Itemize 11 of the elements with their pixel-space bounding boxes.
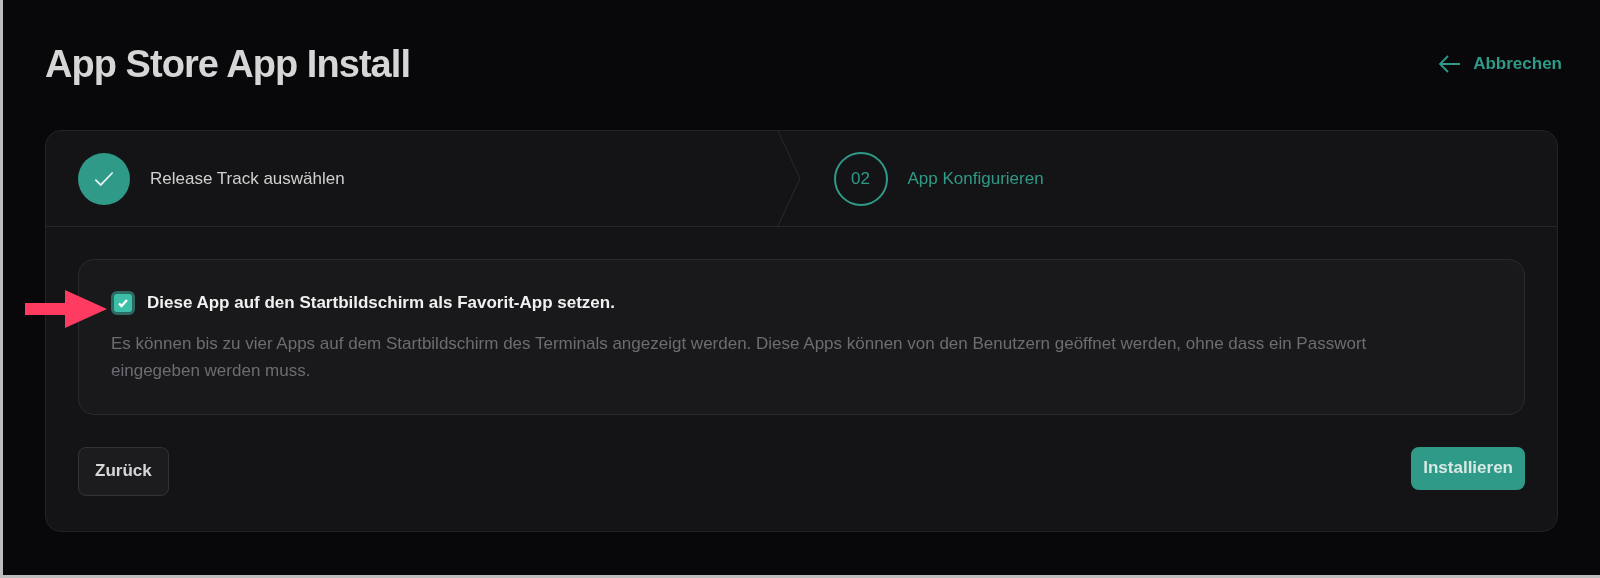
step-label: App Konfigurieren [907, 167, 1044, 190]
pointer-arrow-icon [25, 288, 107, 330]
option-description: Es können bis zu vier Apps auf dem Startbildschirm des Terminals angezeigt werden. Diese Apps können von den Benutzern geöffnet werden, ohne dass ein Passwort eingegeben werden muss. [111, 332, 1368, 382]
favorite-checkbox[interactable] [111, 290, 135, 315]
back-button[interactable]: Zurück [78, 446, 169, 496]
step-label: Release Track auswählen [150, 167, 345, 190]
back-arrow-icon [1439, 55, 1462, 73]
step-number: 02 [833, 151, 888, 206]
cancel-link[interactable]: Abbrechen [1439, 51, 1562, 77]
page-title: App Store App Install [45, 41, 410, 87]
checkbox-label: Diese App auf den Startbildschirm als Favorit-App setzen. [147, 292, 615, 314]
